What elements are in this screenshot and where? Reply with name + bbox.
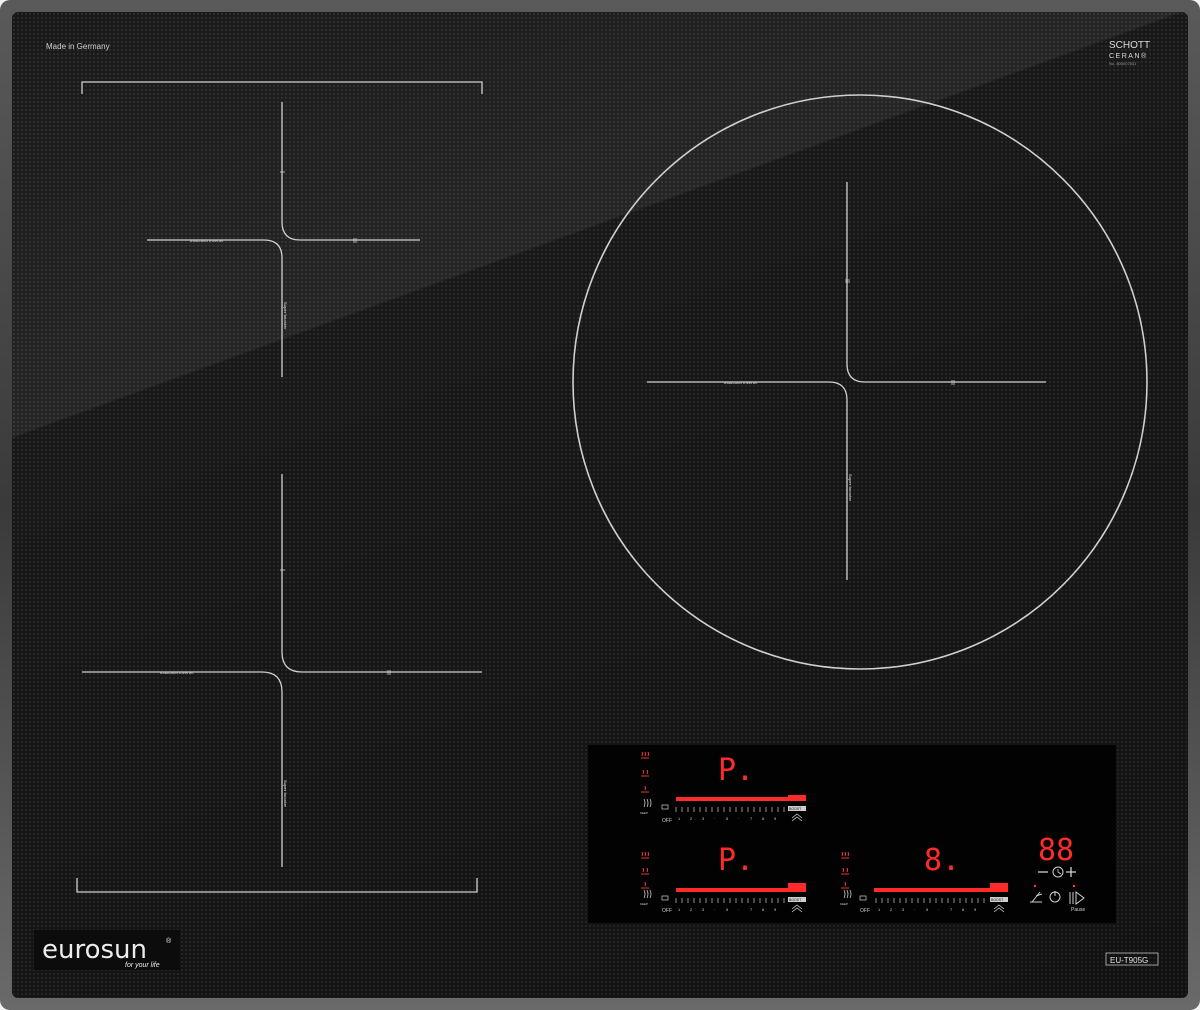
zone2-keep-warm-label: KEEP — [640, 902, 648, 906]
cooktop-markings: Made in Germany SCHOTT CERAN® No. 800007… — [34, 40, 1159, 970]
zone2-boost-label: BOOST — [789, 898, 802, 902]
zone1-boost-label: BOOST — [789, 807, 802, 811]
lower-zone-line-a — [281, 474, 482, 673]
schott-brand: SCHOTT — [1109, 40, 1150, 51]
upper-inverter-label: Induction Inverter — [190, 238, 224, 243]
round-inverter-label: Induction Inverter — [724, 380, 758, 385]
flex-zone-bottom-bracket — [76, 878, 478, 893]
lower-booster-label: Super booster — [283, 780, 288, 808]
model-number: EU-T905G — [1110, 956, 1148, 965]
round-zone-line-a — [846, 182, 1046, 383]
zone3-off-label: OFF — [860, 908, 870, 914]
line-tick-marks — [280, 171, 955, 675]
zone1-off-label: OFF — [662, 818, 672, 824]
svg-text:·: · — [714, 816, 715, 821]
ceran-label: CERAN® — [1109, 52, 1148, 60]
brand-registered-mark: ® — [166, 937, 172, 945]
upper-booster-label: Super booster — [283, 302, 288, 330]
svg-text:·: · — [738, 907, 739, 912]
flex-zone-top-bracket — [81, 81, 483, 94]
model-badge: EU-T905G — [1105, 952, 1159, 966]
schott-ceran-logo: SCHOTT CERAN® No. 800007831 — [1109, 40, 1150, 66]
pause-label: Pause — [1071, 907, 1085, 913]
zone3-slider-end — [990, 883, 1008, 892]
svg-text:·: · — [938, 907, 939, 912]
zone1-keep-warm-label: KEEP — [640, 811, 648, 815]
upper-zone-line-b — [147, 239, 283, 377]
lower-zone-line-b — [82, 671, 283, 867]
zone3-slider-bar — [874, 888, 1008, 892]
round-booster-label: Super booster — [848, 474, 853, 502]
lower-inverter-label: Induction Inverter — [160, 670, 194, 675]
brand-tagline: for your life — [125, 962, 160, 969]
zone2-slider-end — [788, 883, 806, 892]
zone2-slider-bar — [676, 888, 806, 892]
made-in-germany-text: Made in Germany — [46, 42, 110, 51]
zone1-slider-bar — [676, 797, 806, 801]
zone3-keep-warm-label: KEEP — [840, 902, 848, 906]
svg-text:·: · — [714, 907, 715, 912]
timer-display: 88 — [1038, 833, 1074, 868]
zone2-level-display: P. — [718, 843, 754, 878]
zone3-boost-label: BOOST — [991, 898, 1004, 902]
brand-name: eurosun — [42, 935, 147, 965]
round-zone-line-b — [647, 381, 848, 580]
control-panel: P. BOOST OFF 1 2 3 · 5 · 7 8 9 KEEP P. B… — [588, 745, 1116, 923]
svg-text:·: · — [738, 816, 739, 821]
schott-number: No. 800007831 — [1109, 61, 1137, 66]
zone1-level-display: P. — [718, 753, 754, 788]
zone3-level-display: 8. — [924, 843, 960, 878]
zone1-slider-end — [788, 795, 806, 801]
zone2-off-label: OFF — [662, 908, 672, 914]
svg-text:·: · — [914, 907, 915, 912]
upper-zone-line-a — [281, 102, 420, 241]
lock-indicator-dot — [1033, 884, 1037, 888]
eurosun-logo: eurosun ® for your life — [34, 930, 180, 970]
pause-indicator-dot — [1072, 884, 1076, 888]
